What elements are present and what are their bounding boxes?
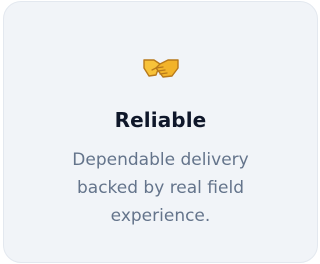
card-title: Reliable [114, 108, 207, 132]
feature-card: Reliable Dependable delivery backed by r… [3, 1, 318, 263]
handshake-icon [4, 48, 317, 88]
card-description: Dependable delivery backed by real field… [72, 150, 249, 226]
